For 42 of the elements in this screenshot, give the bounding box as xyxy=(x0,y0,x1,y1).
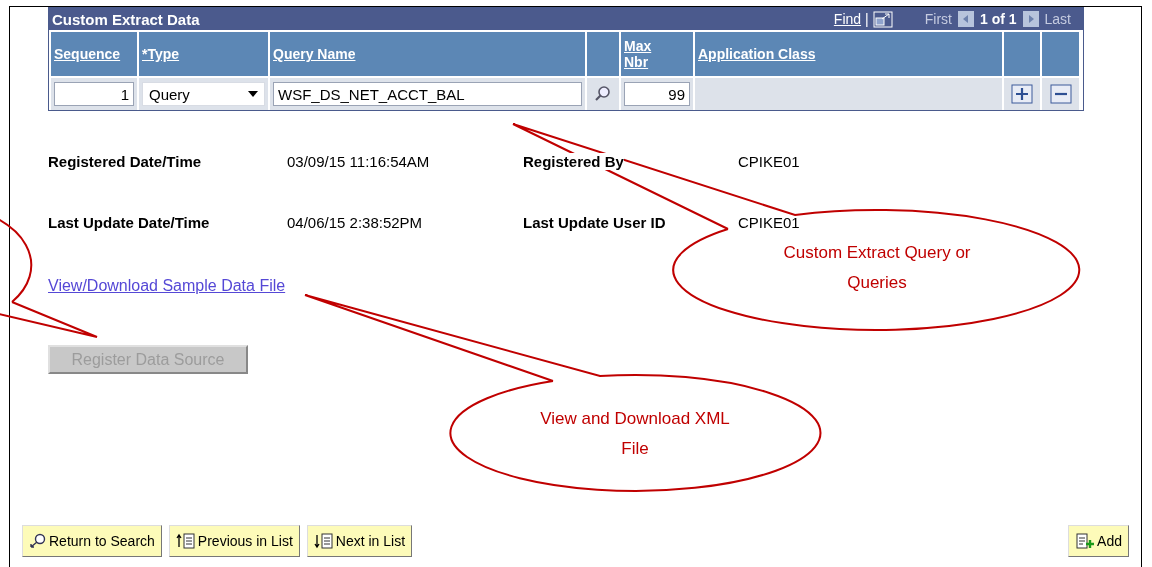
field-value: 04/06/15 2:38:52PM xyxy=(287,214,424,231)
search-icon[interactable] xyxy=(594,85,612,103)
toolbar-button[interactable]: Next in List xyxy=(306,525,413,557)
add-button[interactable]: Add xyxy=(1068,525,1129,557)
column-header-link[interactable]: Max Nbr xyxy=(624,38,658,70)
column-header-link[interactable]: *Type xyxy=(142,46,180,62)
field-label: Registered Date/Time xyxy=(48,153,202,170)
toolbar-button[interactable]: Previous in List xyxy=(168,525,300,557)
add-row-icon[interactable] xyxy=(1011,84,1033,104)
separator: | xyxy=(865,11,869,27)
search-icon xyxy=(29,533,47,549)
download-link[interactable]: View/Download Sample Data File xyxy=(48,277,286,295)
column-header xyxy=(1042,32,1079,76)
callout-text: Custom Extract Query or Queries xyxy=(782,242,972,294)
type-dropdown[interactable]: Query xyxy=(142,82,265,106)
column-header xyxy=(1004,32,1040,76)
field-value: 03/09/15 11:16:54AM xyxy=(287,153,431,170)
field-label: Registered By xyxy=(523,153,624,170)
column-header-link[interactable]: Sequence xyxy=(54,46,121,62)
column-header xyxy=(587,32,619,76)
field-label: Last Update User ID xyxy=(523,214,666,231)
query-name-field[interactable]: WSF_DS_NET_ACCT_BAL xyxy=(273,82,582,106)
field-label: Last Update Date/Time xyxy=(48,214,210,231)
max-number-field[interactable]: 99 xyxy=(624,82,690,106)
last-label: Last xyxy=(1044,11,1071,27)
field-value: CPIKE01 xyxy=(738,153,801,170)
find-link[interactable]: Find xyxy=(833,11,862,27)
callout-text: View and Download XML File xyxy=(539,408,731,460)
field-value: CPIKE01 xyxy=(738,214,801,231)
grid-title: Custom Extract Data xyxy=(52,10,201,28)
caret-icon xyxy=(248,91,258,97)
row-count: 1 of 1 xyxy=(979,11,1017,27)
popout-icon[interactable] xyxy=(872,10,893,28)
toolbar-button[interactable]: Return to Search xyxy=(22,525,162,557)
list-icon xyxy=(313,533,334,549)
sequence-field[interactable]: 1 xyxy=(54,82,134,106)
column-header-link[interactable]: Query Name xyxy=(273,46,356,62)
add-page-icon xyxy=(1075,533,1096,549)
column-header-link[interactable]: Application Class xyxy=(698,46,816,62)
first-label: First xyxy=(924,11,952,27)
list-icon xyxy=(175,533,196,549)
delete-row-icon[interactable] xyxy=(1049,84,1072,104)
